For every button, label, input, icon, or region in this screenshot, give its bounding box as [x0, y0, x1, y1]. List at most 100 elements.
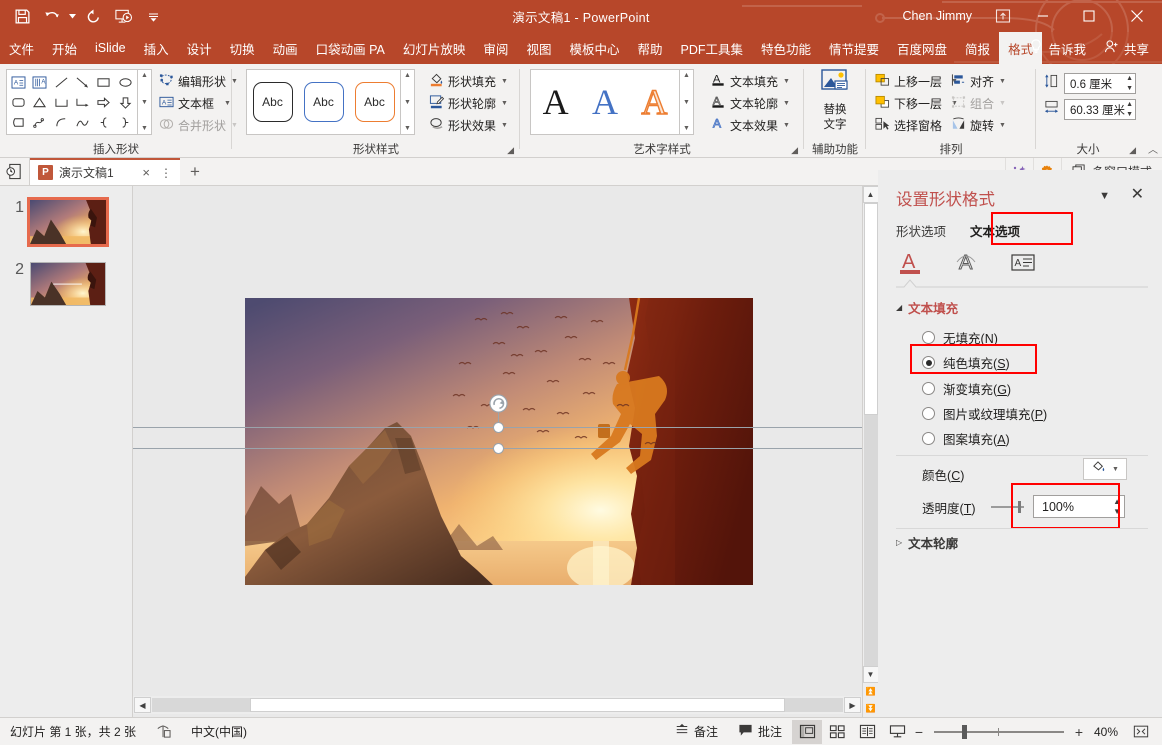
- ribbon-tab-14[interactable]: 特色功能: [752, 32, 820, 64]
- chevron-down-icon[interactable]: ▼: [501, 78, 508, 85]
- text-effects-icon[interactable]: A: [952, 248, 982, 276]
- horizontal-scroll-thumb[interactable]: [250, 698, 785, 712]
- shape-style-swatch[interactable]: Abc: [354, 82, 395, 122]
- shape-vertical-textbox-icon[interactable]: A: [29, 72, 50, 92]
- redo-icon[interactable]: [79, 3, 107, 29]
- radio-button[interactable]: [922, 382, 935, 395]
- shape-styles-gallery-scroll[interactable]: ▲ ▼ ▼: [401, 69, 415, 135]
- tab-menu-icon[interactable]: ⋮: [160, 166, 172, 180]
- slide-indicator[interactable]: 幻灯片 第 1 张，共 2 张: [0, 719, 146, 745]
- zoom-in-button[interactable]: +: [1072, 724, 1086, 740]
- shapes-gallery-scroll[interactable]: ▲ ▼ ▼: [138, 69, 152, 135]
- text-fill-outline-icon[interactable]: A: [896, 248, 926, 276]
- close-icon[interactable]: ✕: [1131, 184, 1144, 204]
- chevron-down-icon[interactable]: ▼: [1112, 466, 1119, 473]
- ribbon-tab-7[interactable]: 口袋动画 PA: [307, 32, 394, 64]
- collapse-ribbon-icon[interactable]: ︿: [1148, 141, 1158, 156]
- gallery-expand-icon[interactable]: ▼: [404, 125, 411, 132]
- chevron-down-icon[interactable]: ▼: [783, 78, 790, 85]
- chevron-down-icon[interactable]: ▼: [783, 122, 790, 129]
- shape-triangle-icon[interactable]: [29, 92, 50, 112]
- ribbon-tab-1[interactable]: 开始: [43, 32, 86, 64]
- minimize-button[interactable]: [1020, 0, 1066, 32]
- shape-left-brace-icon[interactable]: [93, 112, 114, 132]
- comments-button[interactable]: 批注: [728, 719, 792, 745]
- size-dialog-launcher[interactable]: ◢: [1129, 145, 1136, 156]
- shape-style-swatch[interactable]: Abc: [303, 82, 344, 122]
- ribbon-tab-0[interactable]: 文件: [0, 32, 43, 64]
- radio-button[interactable]: [922, 432, 935, 445]
- shape-styles-gallery[interactable]: Abc Abc Abc: [246, 69, 401, 135]
- ribbon-display-options-icon[interactable]: [986, 0, 1020, 32]
- textbox-button[interactable]: A 文本框 ▼: [156, 92, 241, 114]
- ribbon-tab-10[interactable]: 视图: [517, 32, 560, 64]
- alt-text-button[interactable]: 替换 文字: [812, 68, 858, 140]
- shape-width-input[interactable]: 60.33 厘米 ▲ ▼: [1064, 99, 1136, 120]
- recent-documents-icon[interactable]: [0, 158, 30, 185]
- selection-handle-bottom-middle[interactable]: [493, 443, 504, 454]
- horizontal-scroll-track[interactable]: [152, 698, 843, 712]
- slideshow-view-icon[interactable]: [882, 720, 912, 744]
- shape-height-input[interactable]: 0.6 厘米 ▲ ▼: [1064, 73, 1136, 94]
- scroll-up-icon[interactable]: ▲: [862, 186, 879, 203]
- shape-rectangle-icon[interactable]: [93, 72, 114, 92]
- gallery-scroll-up-icon[interactable]: ▲: [683, 72, 690, 79]
- text-outline-button[interactable]: A 文本轮廓 ▼: [708, 92, 793, 114]
- text-fill-button[interactable]: A 文本填充 ▼: [708, 70, 793, 92]
- ribbon-tab-right-0[interactable]: 告诉我: [1020, 39, 1095, 58]
- slide-sorter-view-icon[interactable]: [822, 720, 852, 744]
- chevron-down-icon[interactable]: ▼: [224, 100, 231, 107]
- shape-right-arrow-icon[interactable]: [93, 92, 114, 112]
- shape-freeform-icon[interactable]: [29, 112, 50, 132]
- zoom-level[interactable]: 40%: [1086, 725, 1126, 739]
- scroll-left-icon[interactable]: ◀: [134, 697, 151, 713]
- section-header-text-outline[interactable]: ▷ 文本轮廓: [896, 533, 958, 552]
- shapes-gallery[interactable]: A A: [6, 69, 138, 135]
- vertical-scroll-thumb[interactable]: [863, 203, 878, 415]
- slide-thumbnail-pane[interactable]: 1 2: [0, 186, 133, 717]
- rotate-button[interactable]: 旋转 ▼: [948, 114, 1009, 136]
- ribbon-tab-right-1[interactable]: 共享: [1095, 39, 1158, 58]
- wordart-swatch[interactable]: A: [543, 84, 569, 120]
- accessibility-check-icon[interactable]: [146, 719, 181, 745]
- radio-picture-texture-fill[interactable]: 图片或纹理填充(P): [922, 404, 1047, 423]
- chevron-down-icon[interactable]: ▼: [999, 78, 1006, 85]
- shape-textbox-icon[interactable]: A: [8, 72, 29, 92]
- shape-width-stepper[interactable]: ▲ ▼: [1126, 101, 1133, 118]
- ribbon-tab-16[interactable]: 百度网盘: [888, 32, 956, 64]
- shape-down-arrow-icon[interactable]: [115, 92, 136, 112]
- radio-gradient-fill[interactable]: 渐变填充(G): [922, 379, 1011, 398]
- ribbon-tab-11[interactable]: 模板中心: [560, 32, 628, 64]
- radio-pattern-fill[interactable]: 图案填充(A): [922, 429, 1010, 448]
- ribbon-tab-2[interactable]: iSlide: [86, 32, 135, 64]
- gallery-scroll-down-icon[interactable]: ▼: [683, 99, 690, 106]
- new-tab-button[interactable]: +: [180, 158, 210, 185]
- zoom-out-button[interactable]: −: [912, 724, 926, 740]
- save-icon[interactable]: [8, 3, 36, 29]
- shape-fill-button[interactable]: 形状填充 ▼: [426, 70, 511, 92]
- zoom-slider[interactable]: [934, 724, 1064, 739]
- shape-curve-icon[interactable]: [72, 112, 93, 132]
- shape-right-brace-icon[interactable]: [115, 112, 136, 132]
- shape-arrow-icon[interactable]: [72, 72, 93, 92]
- shape-effects-button[interactable]: 形状效果 ▼: [426, 114, 511, 136]
- previous-slide-icon[interactable]: ⏫: [863, 683, 879, 700]
- chevron-down-icon[interactable]: ▼: [1099, 190, 1110, 202]
- slide-thumbnail-image[interactable]: [30, 262, 106, 306]
- shape-arc-icon[interactable]: [51, 112, 72, 132]
- shape-elbow-connector-icon[interactable]: [51, 92, 72, 112]
- chevron-down-icon[interactable]: ▼: [501, 100, 508, 107]
- ribbon-tab-12[interactable]: 帮助: [628, 32, 671, 64]
- gallery-scroll-down-icon[interactable]: ▼: [404, 99, 411, 106]
- language-indicator[interactable]: 中文(中国): [181, 719, 257, 745]
- wordart-swatch[interactable]: A: [641, 83, 668, 120]
- gallery-expand-icon[interactable]: ▼: [683, 125, 690, 132]
- reading-view-icon[interactable]: [852, 720, 882, 744]
- document-tab[interactable]: P 演示文稿1 × ⋮: [30, 158, 180, 185]
- gallery-expand-icon[interactable]: ▼: [141, 125, 148, 132]
- scroll-right-icon[interactable]: ▶: [844, 697, 861, 713]
- ribbon-tab-4[interactable]: 设计: [178, 32, 221, 64]
- shape-oval-icon[interactable]: [115, 72, 136, 92]
- slide-thumbnail-1[interactable]: 1: [8, 197, 109, 247]
- undo-dropdown-caret[interactable]: [68, 3, 77, 29]
